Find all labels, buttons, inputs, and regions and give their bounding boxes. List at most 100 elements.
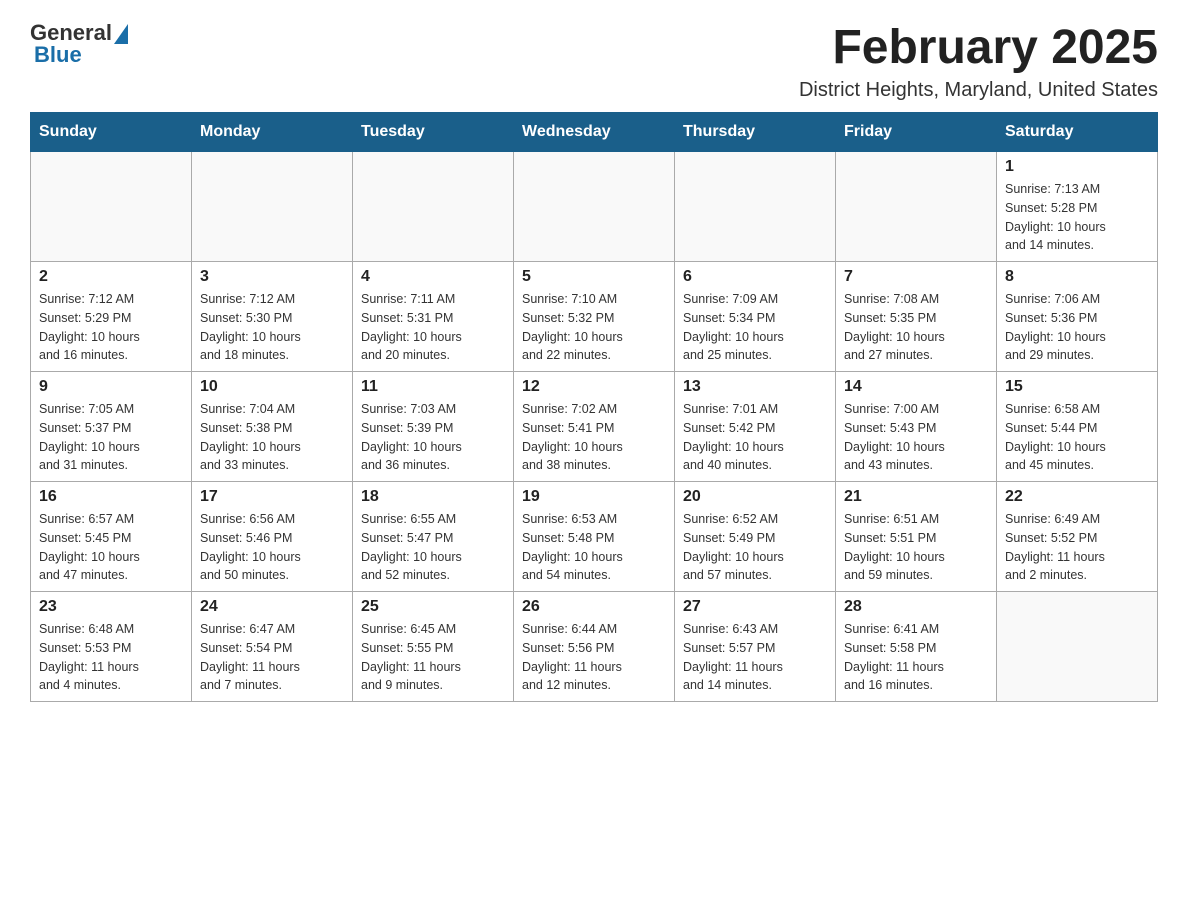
calendar-day-cell [353, 152, 514, 262]
calendar-week-row: 2 Sunrise: 7:12 AM Sunset: 5:29 PM Daylig… [31, 262, 1158, 372]
calendar-day-cell: 27 Sunrise: 6:43 AM Sunset: 5:57 PM Dayli… [675, 592, 836, 702]
day-info: Sunrise: 7:03 AM Sunset: 5:39 PM Dayligh… [361, 400, 505, 475]
day-number: 4 [361, 268, 505, 286]
day-info: Sunrise: 7:11 AM Sunset: 5:31 PM Dayligh… [361, 290, 505, 365]
day-of-week-header: Sunday [31, 113, 192, 152]
day-info: Sunrise: 6:51 AM Sunset: 5:51 PM Dayligh… [844, 510, 988, 585]
calendar-day-cell: 3 Sunrise: 7:12 AM Sunset: 5:30 PM Daylig… [192, 262, 353, 372]
day-of-week-header: Saturday [997, 113, 1158, 152]
day-info: Sunrise: 6:55 AM Sunset: 5:47 PM Dayligh… [361, 510, 505, 585]
day-number: 3 [200, 268, 344, 286]
day-info: Sunrise: 7:09 AM Sunset: 5:34 PM Dayligh… [683, 290, 827, 365]
day-info: Sunrise: 7:00 AM Sunset: 5:43 PM Dayligh… [844, 400, 988, 475]
calendar-header-row: SundayMondayTuesdayWednesdayThursdayFrid… [31, 113, 1158, 152]
logo: General Blue [30, 20, 128, 68]
calendar-day-cell [192, 152, 353, 262]
calendar-day-cell: 26 Sunrise: 6:44 AM Sunset: 5:56 PM Dayli… [514, 592, 675, 702]
day-info: Sunrise: 7:12 AM Sunset: 5:30 PM Dayligh… [200, 290, 344, 365]
day-info: Sunrise: 7:04 AM Sunset: 5:38 PM Dayligh… [200, 400, 344, 475]
calendar-day-cell [675, 152, 836, 262]
day-info: Sunrise: 6:43 AM Sunset: 5:57 PM Dayligh… [683, 620, 827, 695]
calendar-day-cell: 25Sunrise: 6:45 AM Sunset: 5:55 PM Dayli… [353, 592, 514, 702]
day-number: 20 [683, 488, 827, 506]
day-number: 2 [39, 268, 183, 286]
day-info: Sunrise: 7:08 AM Sunset: 5:35 PM Dayligh… [844, 290, 988, 365]
day-info: Sunrise: 6:47 AM Sunset: 5:54 PM Dayligh… [200, 620, 344, 695]
day-number: 19 [522, 488, 666, 506]
day-number: 14 [844, 378, 988, 396]
title-section: February 2025 District Heights, Maryland… [799, 20, 1158, 102]
day-number: 27 [683, 598, 827, 616]
calendar-day-cell: 14 Sunrise: 7:00 AM Sunset: 5:43 PM Dayli… [836, 372, 997, 482]
calendar-day-cell: 13Sunrise: 7:01 AM Sunset: 5:42 PM Dayli… [675, 372, 836, 482]
day-number: 1 [1005, 158, 1149, 176]
day-info: Sunrise: 7:02 AM Sunset: 5:41 PM Dayligh… [522, 400, 666, 475]
calendar-day-cell: 2 Sunrise: 7:12 AM Sunset: 5:29 PM Daylig… [31, 262, 192, 372]
calendar-day-cell [31, 152, 192, 262]
calendar-day-cell: 28 Sunrise: 6:41 AM Sunset: 5:58 PM Dayli… [836, 592, 997, 702]
calendar-week-row: 23Sunrise: 6:48 AM Sunset: 5:53 PM Dayli… [31, 592, 1158, 702]
day-of-week-header: Friday [836, 113, 997, 152]
calendar-day-cell: 15 Sunrise: 6:58 AM Sunset: 5:44 PM Dayli… [997, 372, 1158, 482]
calendar-week-row: 9Sunrise: 7:05 AM Sunset: 5:37 PM Daylig… [31, 372, 1158, 482]
day-of-week-header: Monday [192, 113, 353, 152]
day-number: 22 [1005, 488, 1149, 506]
calendar-day-cell [836, 152, 997, 262]
calendar-day-cell: 23Sunrise: 6:48 AM Sunset: 5:53 PM Dayli… [31, 592, 192, 702]
day-of-week-header: Thursday [675, 113, 836, 152]
calendar-day-cell: 21 Sunrise: 6:51 AM Sunset: 5:51 PM Dayli… [836, 482, 997, 592]
day-number: 16 [39, 488, 183, 506]
day-info: Sunrise: 6:44 AM Sunset: 5:56 PM Dayligh… [522, 620, 666, 695]
day-number: 25 [361, 598, 505, 616]
day-info: Sunrise: 6:58 AM Sunset: 5:44 PM Dayligh… [1005, 400, 1149, 475]
day-number: 5 [522, 268, 666, 286]
calendar-day-cell: 16 Sunrise: 6:57 AM Sunset: 5:45 PM Dayli… [31, 482, 192, 592]
calendar-day-cell: 6 Sunrise: 7:09 AM Sunset: 5:34 PM Daylig… [675, 262, 836, 372]
day-number: 6 [683, 268, 827, 286]
day-number: 12 [522, 378, 666, 396]
day-number: 7 [844, 268, 988, 286]
calendar-week-row: 16 Sunrise: 6:57 AM Sunset: 5:45 PM Dayli… [31, 482, 1158, 592]
calendar-day-cell [997, 592, 1158, 702]
calendar-day-cell: 17 Sunrise: 6:56 AM Sunset: 5:46 PM Dayli… [192, 482, 353, 592]
day-number: 28 [844, 598, 988, 616]
day-of-week-header: Wednesday [514, 113, 675, 152]
calendar-week-row: 1Sunrise: 7:13 AM Sunset: 5:28 PM Daylig… [31, 152, 1158, 262]
day-number: 21 [844, 488, 988, 506]
page-header: General Blue February 2025 District Heig… [30, 20, 1158, 102]
calendar-day-cell: 10 Sunrise: 7:04 AM Sunset: 5:38 PM Dayli… [192, 372, 353, 482]
day-number: 10 [200, 378, 344, 396]
day-of-week-header: Tuesday [353, 113, 514, 152]
day-number: 18 [361, 488, 505, 506]
calendar-day-cell: 12 Sunrise: 7:02 AM Sunset: 5:41 PM Dayli… [514, 372, 675, 482]
day-info: Sunrise: 7:05 AM Sunset: 5:37 PM Dayligh… [39, 400, 183, 475]
calendar-day-cell [514, 152, 675, 262]
day-number: 15 [1005, 378, 1149, 396]
calendar-day-cell: 9Sunrise: 7:05 AM Sunset: 5:37 PM Daylig… [31, 372, 192, 482]
day-info: Sunrise: 6:48 AM Sunset: 5:53 PM Dayligh… [39, 620, 183, 695]
calendar-day-cell: 5 Sunrise: 7:10 AM Sunset: 5:32 PM Daylig… [514, 262, 675, 372]
day-number: 17 [200, 488, 344, 506]
calendar-day-cell: 22Sunrise: 6:49 AM Sunset: 5:52 PM Dayli… [997, 482, 1158, 592]
day-number: 8 [1005, 268, 1149, 286]
calendar-day-cell: 7 Sunrise: 7:08 AM Sunset: 5:35 PM Daylig… [836, 262, 997, 372]
day-info: Sunrise: 6:53 AM Sunset: 5:48 PM Dayligh… [522, 510, 666, 585]
calendar-day-cell: 4 Sunrise: 7:11 AM Sunset: 5:31 PM Daylig… [353, 262, 514, 372]
calendar-subtitle: District Heights, Maryland, United State… [799, 79, 1158, 102]
logo-blue-text: Blue [30, 42, 82, 68]
day-info: Sunrise: 6:56 AM Sunset: 5:46 PM Dayligh… [200, 510, 344, 585]
calendar-day-cell: 24Sunrise: 6:47 AM Sunset: 5:54 PM Dayli… [192, 592, 353, 702]
day-info: Sunrise: 7:12 AM Sunset: 5:29 PM Dayligh… [39, 290, 183, 365]
day-info: Sunrise: 6:41 AM Sunset: 5:58 PM Dayligh… [844, 620, 988, 695]
day-info: Sunrise: 7:10 AM Sunset: 5:32 PM Dayligh… [522, 290, 666, 365]
day-number: 26 [522, 598, 666, 616]
calendar-table: SundayMondayTuesdayWednesdayThursdayFrid… [30, 112, 1158, 702]
calendar-title: February 2025 [799, 20, 1158, 75]
calendar-day-cell: 20 Sunrise: 6:52 AM Sunset: 5:49 PM Dayli… [675, 482, 836, 592]
day-info: Sunrise: 6:57 AM Sunset: 5:45 PM Dayligh… [39, 510, 183, 585]
calendar-day-cell: 11Sunrise: 7:03 AM Sunset: 5:39 PM Dayli… [353, 372, 514, 482]
day-info: Sunrise: 7:01 AM Sunset: 5:42 PM Dayligh… [683, 400, 827, 475]
day-info: Sunrise: 6:52 AM Sunset: 5:49 PM Dayligh… [683, 510, 827, 585]
calendar-day-cell: 18 Sunrise: 6:55 AM Sunset: 5:47 PM Dayli… [353, 482, 514, 592]
calendar-day-cell: 19 Sunrise: 6:53 AM Sunset: 5:48 PM Dayli… [514, 482, 675, 592]
